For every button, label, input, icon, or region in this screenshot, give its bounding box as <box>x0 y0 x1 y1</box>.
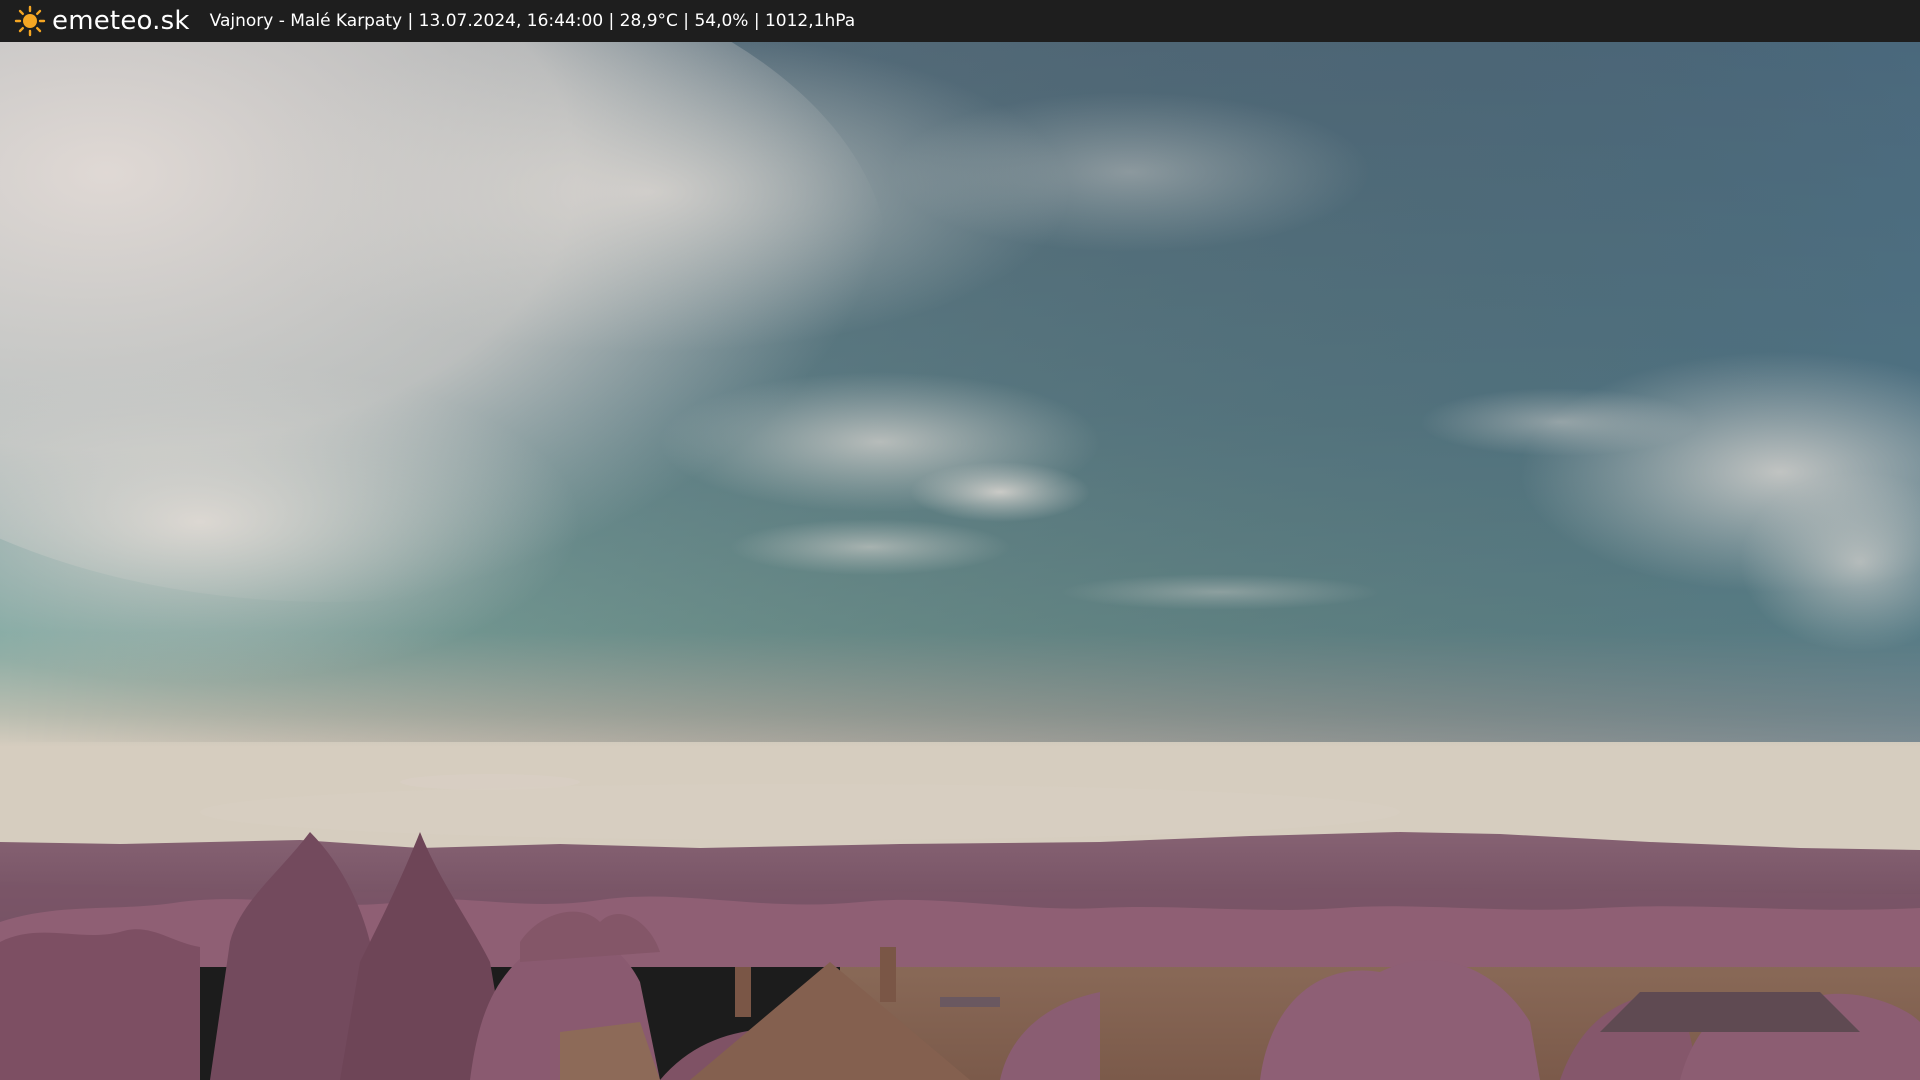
webcam-caption: Vajnory - Malé Karpaty | 13.07.2024, 16:… <box>209 11 856 31</box>
landscape-scene <box>0 42 1920 1080</box>
webcam-frame: emeteo.sk Vajnory - Malé Karpaty | 13.07… <box>0 0 1920 1080</box>
logo[interactable]: emeteo.sk <box>14 5 190 37</box>
sun-icon <box>14 5 46 37</box>
logo-text: emeteo.sk <box>52 6 190 36</box>
header-bar: emeteo.sk Vajnory - Malé Karpaty | 13.07… <box>0 0 1920 42</box>
webcam-image <box>0 42 1920 1080</box>
